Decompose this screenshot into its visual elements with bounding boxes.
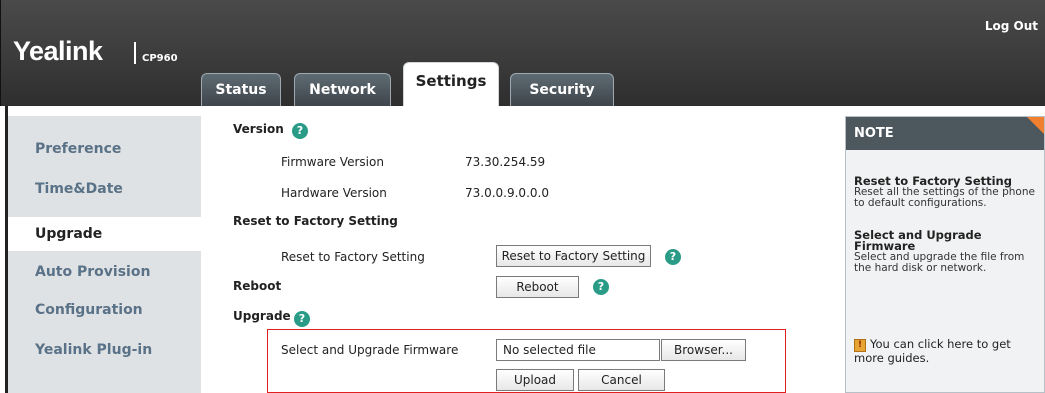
upgrade-help-icon[interactable]: ? bbox=[294, 311, 310, 327]
reboot-help-icon[interactable]: ? bbox=[593, 279, 609, 295]
upload-button[interactable]: Upload bbox=[496, 369, 574, 391]
reset-title: Reset to Factory Setting bbox=[233, 214, 398, 228]
yealink-logo: Yealink bbox=[13, 36, 103, 66]
note-reset-text: Reset all the settings of the phone to d… bbox=[854, 186, 1035, 209]
tab-network[interactable]: Network bbox=[294, 73, 391, 106]
browse-button[interactable]: Browser... bbox=[661, 339, 746, 361]
main-content: Preference Time&Date Upgrade Auto Provis… bbox=[0, 106, 1045, 393]
tab-status[interactable]: Status bbox=[201, 73, 281, 106]
header-bar: Yealink CP960 Log Out Status Network Set… bbox=[0, 0, 1045, 106]
model-label: CP960 bbox=[142, 53, 178, 64]
select-upgrade-label: Select and Upgrade Firmware bbox=[281, 343, 459, 357]
note-panel: NOTE Reset to Factory Setting Reset all … bbox=[845, 116, 1045, 393]
cancel-button[interactable]: Cancel bbox=[578, 369, 665, 391]
hardware-version-label: Hardware Version bbox=[281, 186, 387, 200]
firmware-version-label: Firmware Version bbox=[281, 155, 384, 169]
guide-link[interactable]: You can click here to get more guides. bbox=[854, 337, 1044, 365]
sidebar-item-auto-provision[interactable]: Auto Provision bbox=[8, 255, 201, 289]
sidebar-item-configuration[interactable]: Configuration bbox=[8, 293, 201, 327]
reset-button[interactable]: Reset to Factory Setting bbox=[496, 245, 651, 267]
file-input[interactable]: No selected file bbox=[496, 339, 660, 361]
sidebar: Preference Time&Date Upgrade Auto Provis… bbox=[8, 116, 201, 393]
note-corner-flag bbox=[1027, 117, 1044, 134]
note-title: NOTE bbox=[846, 117, 1044, 150]
hardware-version-value: 73.0.0.9.0.0.0 bbox=[465, 186, 549, 200]
version-help-icon[interactable]: ? bbox=[292, 123, 308, 139]
version-title: Version bbox=[233, 122, 284, 136]
upgrade-title: Upgrade bbox=[233, 309, 291, 323]
note-upgrade-text: Select and upgrade the file from the har… bbox=[854, 251, 1025, 274]
tab-settings[interactable]: Settings bbox=[403, 62, 499, 106]
tab-security[interactable]: Security bbox=[510, 73, 614, 106]
firmware-version-value: 73.30.254.59 bbox=[465, 155, 546, 169]
note-upgrade-heading: Select and Upgrade Firmware bbox=[854, 228, 982, 253]
reset-label: Reset to Factory Setting bbox=[281, 250, 425, 264]
logout-link[interactable]: Log Out bbox=[985, 19, 1038, 33]
logo-divider bbox=[134, 42, 136, 64]
sidebar-item-upgrade[interactable]: Upgrade bbox=[8, 217, 201, 251]
reboot-button[interactable]: Reboot bbox=[496, 276, 579, 298]
sidebar-item-time-date[interactable]: Time&Date bbox=[8, 172, 201, 206]
reset-help-icon[interactable]: ? bbox=[665, 249, 681, 265]
reboot-title: Reboot bbox=[233, 279, 282, 293]
sidebar-item-preference[interactable]: Preference bbox=[8, 132, 201, 166]
sidebar-item-yealink-plugin[interactable]: Yealink Plug-in bbox=[8, 333, 201, 367]
